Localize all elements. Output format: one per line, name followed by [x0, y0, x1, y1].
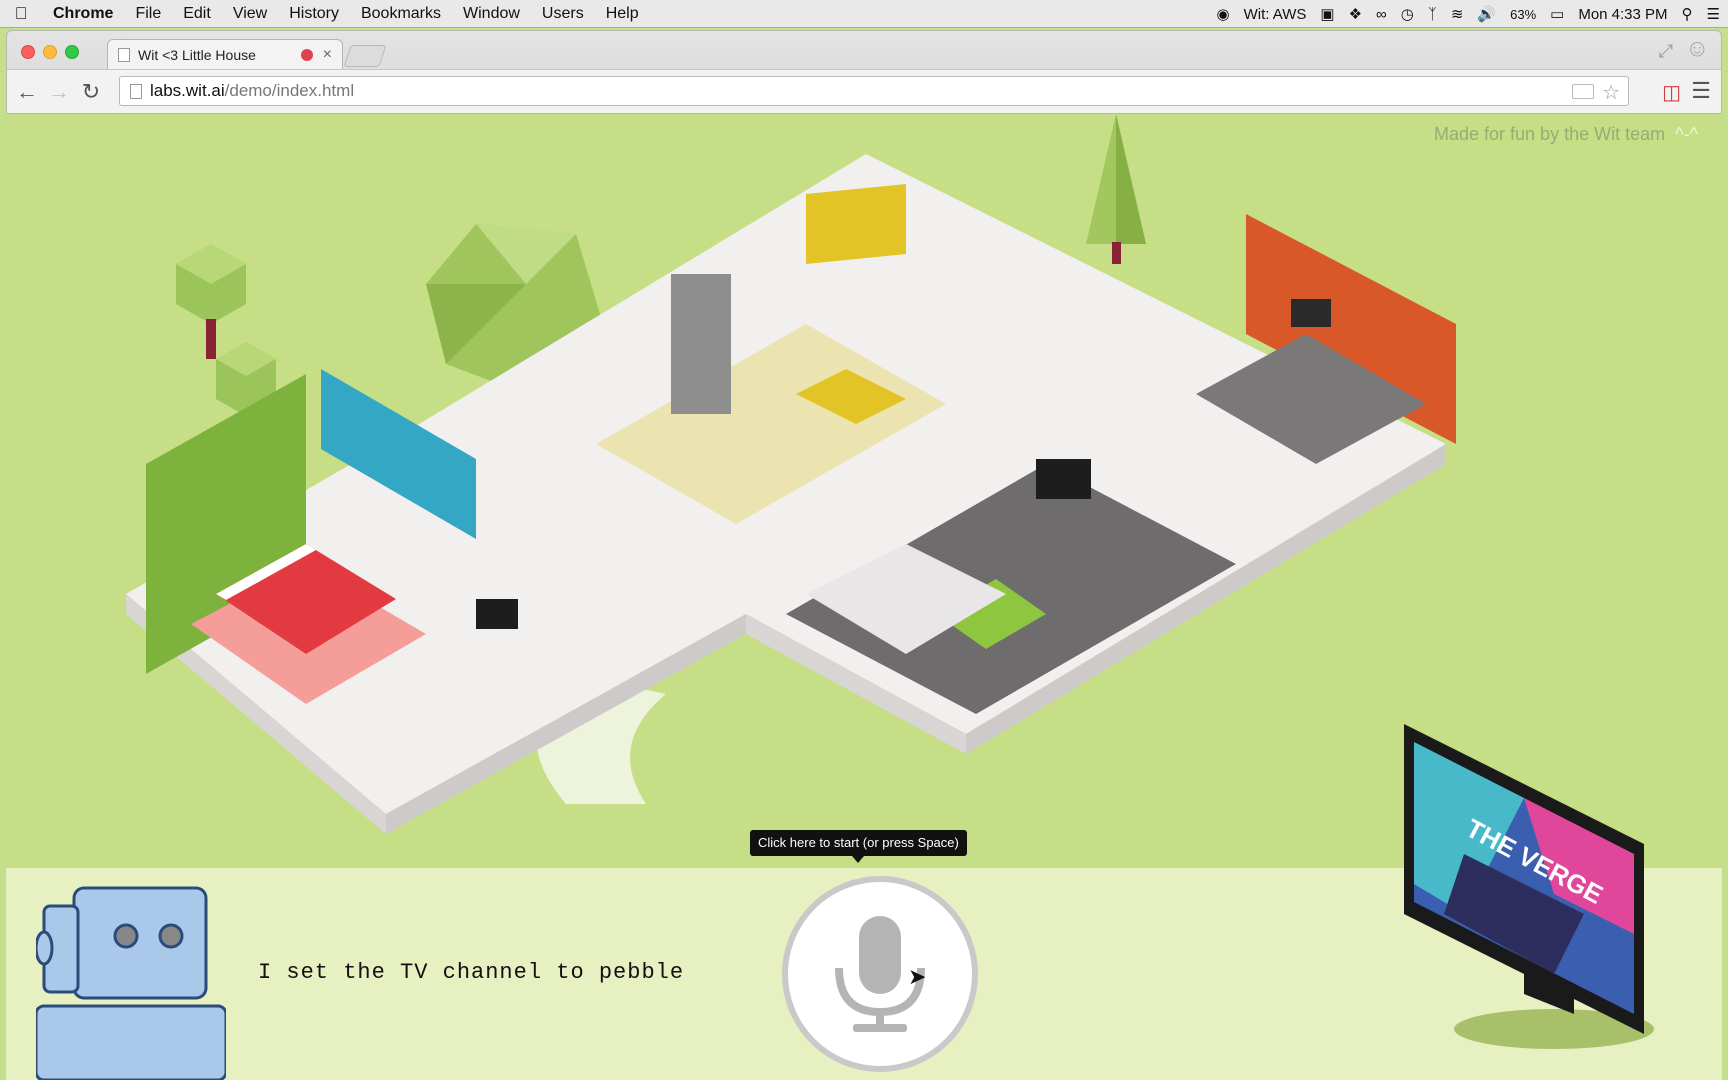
- battery-percent[interactable]: 63%: [1510, 7, 1536, 22]
- time-machine-icon[interactable]: ◷: [1401, 5, 1414, 23]
- large-tv-display: THE VERGE: [1404, 724, 1654, 1049]
- page-favicon-icon: [118, 47, 130, 62]
- robot-avatar: [36, 886, 226, 1080]
- speech-transcript: I set the TV channel to pebble: [258, 960, 685, 985]
- menu-bookmarks[interactable]: Bookmarks: [350, 5, 452, 23]
- mouse-cursor-icon: ➤: [908, 964, 927, 989]
- dropbox-icon[interactable]: ❖: [1349, 5, 1362, 23]
- wifi-icon[interactable]: ≋: [1451, 5, 1464, 23]
- menu-history[interactable]: History: [278, 5, 350, 23]
- wit-status[interactable]: Wit: AWS: [1244, 6, 1307, 23]
- mac-menubar:  Chrome File Edit View History Bookmark…: [0, 0, 1728, 28]
- close-window-button[interactable]: [21, 45, 35, 59]
- tab-close-icon[interactable]: ×: [323, 46, 332, 64]
- url-path: /demo/index.html: [224, 81, 355, 100]
- bookmark-star-icon[interactable]: ☆: [1602, 80, 1620, 105]
- menu-users[interactable]: Users: [531, 5, 595, 23]
- menu-view[interactable]: View: [222, 5, 278, 23]
- back-button[interactable]: ←: [11, 79, 43, 105]
- browser-toolbar: ← → ↻ labs.wit.ai /demo/index.html ☆ ◫ ☰: [7, 69, 1721, 113]
- window-controls: [21, 45, 79, 59]
- chrome-menu-icon[interactable]: ☰: [1691, 78, 1711, 104]
- bluetooth-icon[interactable]: ᛉ: [1428, 6, 1437, 23]
- page-viewport: Made for fun by the Wit team ^-^ I set t…: [6, 114, 1722, 1080]
- menu-help[interactable]: Help: [595, 5, 650, 23]
- menu-app-name[interactable]: Chrome: [42, 5, 124, 23]
- kitchen-cabinets: [806, 184, 906, 264]
- menu-edit[interactable]: Edit: [172, 5, 222, 23]
- page-action-icon[interactable]: [1572, 84, 1594, 99]
- battery-icon[interactable]: ▭: [1550, 5, 1564, 23]
- menu-window[interactable]: Window: [452, 5, 531, 23]
- tree-cone: [1086, 114, 1146, 264]
- page-icon: [130, 83, 142, 99]
- minimize-window-button[interactable]: [43, 45, 57, 59]
- microphone-button[interactable]: [782, 876, 978, 1072]
- recording-indicator-icon: [300, 48, 313, 61]
- bedroom-tv: [476, 599, 518, 629]
- browser-tab[interactable]: Wit <3 Little House ×: [107, 39, 343, 69]
- notification-center-icon[interactable]: ☰: [1707, 5, 1720, 23]
- office-monitor: [1291, 299, 1331, 327]
- clock[interactable]: Mon 4:33 PM: [1578, 6, 1667, 23]
- address-bar[interactable]: labs.wit.ai /demo/index.html ☆: [119, 76, 1629, 106]
- browser-window-chrome: Wit <3 Little House × ⤢ ☺ ← → ↻ labs.wit…: [6, 30, 1722, 114]
- volume-icon[interactable]: 🔊: [1477, 5, 1496, 23]
- tab-title: Wit <3 Little House: [138, 46, 256, 63]
- forward-button[interactable]: →: [43, 79, 75, 105]
- menubar-status-area: ◉ Wit: AWS ▣ ❖ ∞ ◷ ᛉ ≋ 🔊 63% ▭ Mon 4:33 …: [1217, 0, 1720, 28]
- fridge: [671, 274, 731, 414]
- zoom-window-button[interactable]: [65, 45, 79, 59]
- mic-tooltip: Click here to start (or press Space): [750, 830, 967, 863]
- menu-file[interactable]: File: [124, 5, 172, 23]
- evernote-icon[interactable]: ▣: [1320, 5, 1334, 23]
- small-tv: [1036, 459, 1091, 499]
- record-icon[interactable]: ◉: [1217, 5, 1230, 23]
- cast-icon[interactable]: ◫: [1662, 80, 1681, 105]
- glasses-icon[interactable]: ∞: [1376, 6, 1387, 23]
- url-host: labs.wit.ai: [150, 81, 225, 100]
- profile-avatar-icon[interactable]: ☺: [1685, 35, 1713, 65]
- spotlight-search-icon[interactable]: ⚲: [1682, 5, 1693, 23]
- reload-button[interactable]: ↻: [75, 79, 107, 105]
- fullscreen-icon[interactable]: ⤢: [1659, 41, 1673, 62]
- new-tab-button[interactable]: [343, 45, 387, 67]
- apple-menu-icon[interactable]: : [0, 4, 42, 24]
